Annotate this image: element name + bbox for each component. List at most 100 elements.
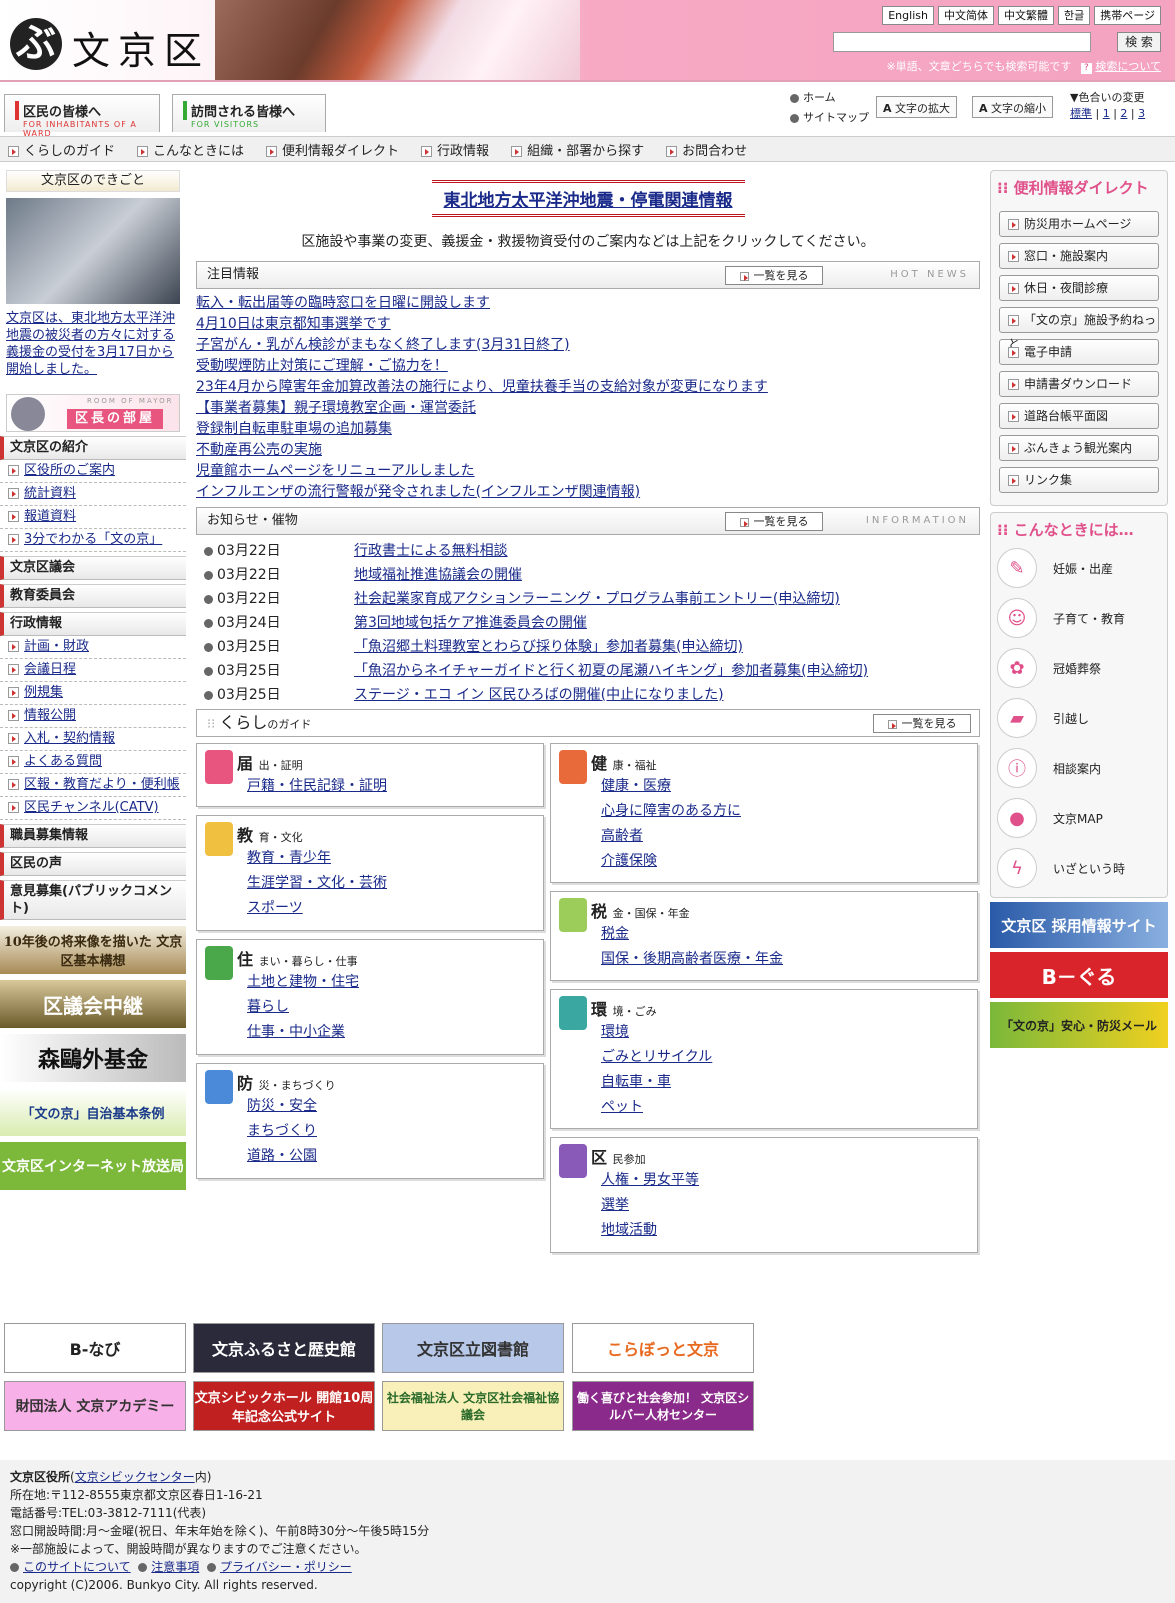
- list-item[interactable]: 子宮がん・乳がん検診がまもなく終了します(3月31日終了): [196, 335, 980, 356]
- guide-link[interactable]: 防災・安全: [207, 1094, 543, 1119]
- list-item[interactable]: 23年4月から障害年金加算改善法の施行により、児童扶養手当の支給対象が変更になり…: [196, 377, 980, 398]
- sidebar-link[interactable]: 計画・財政: [0, 636, 186, 659]
- list-item[interactable]: 03月22日 社会起業家育成アクションラーニング・プログラム事前エントリー(申込締…: [196, 587, 980, 611]
- hot-more-button[interactable]: 一覧を見る: [725, 266, 823, 285]
- site-logo[interactable]: ぶ 文京区: [10, 14, 215, 73]
- direct-item[interactable]: ぶんきょう観光案内: [999, 435, 1159, 461]
- guide-link[interactable]: 環境: [561, 1020, 977, 1045]
- sidebar-voice[interactable]: 区民の声: [0, 852, 186, 876]
- guide-link[interactable]: 国保・後期高齢者医療・年金: [561, 947, 977, 972]
- academy-banner[interactable]: 財団法人 文京アカデミー: [4, 1381, 186, 1431]
- sidebar-link[interactable]: 3分でわかる「文の京」: [0, 529, 186, 552]
- sidebar-link[interactable]: 情報公開: [0, 705, 186, 728]
- internet-broadcast-banner[interactable]: 文京区インターネット放送局: [0, 1142, 186, 1190]
- event-link[interactable]: 文京区は、東北地方太平洋沖地震の被災者の方々に対する義援金の受付を3月17日から…: [6, 311, 175, 377]
- list-item[interactable]: 03月24日 第3回地域包括ケア推進委員会の開催: [196, 611, 980, 635]
- basic-plan-banner[interactable]: 10年後の将来像を描いた 文京区基本構想: [0, 926, 186, 974]
- guide-link[interactable]: 人権・男女平等: [561, 1168, 977, 1193]
- b-navi-banner[interactable]: B-なび: [4, 1323, 186, 1373]
- ogai-fund-banner[interactable]: 森鷗外基金: [0, 1034, 186, 1082]
- sitemap-link[interactable]: サイトマップ: [790, 108, 869, 128]
- sidebar-council[interactable]: 文京区議会: [0, 556, 186, 580]
- guide-link[interactable]: 自転車・車: [561, 1070, 977, 1095]
- situation-item[interactable]: ● 文京MAP: [997, 795, 1161, 841]
- notice-link[interactable]: 注意事項: [151, 1560, 199, 1574]
- list-item[interactable]: 03月22日 地域福祉推進協議会の開催: [196, 563, 980, 587]
- direct-item[interactable]: 休日・夜間診療: [999, 275, 1159, 301]
- list-item[interactable]: 転入・転出届等の臨時窓口を日曜に開設します: [196, 293, 980, 314]
- color-2[interactable]: 2: [1120, 107, 1127, 120]
- guide-link[interactable]: スポーツ: [207, 896, 543, 921]
- guide-link[interactable]: 生涯学習・文化・芸術: [207, 871, 543, 896]
- list-item[interactable]: 受動喫煙防止対策にご理解・ご協力を！: [196, 356, 980, 377]
- list-item[interactable]: 【事業者募集】親子環境教室企画・運営委託: [196, 398, 980, 419]
- sidebar-admin[interactable]: 行政情報: [0, 612, 186, 636]
- guide-nav-item[interactable]: こんなときには: [137, 140, 244, 159]
- direct-item[interactable]: 申請書ダウンロード: [999, 371, 1159, 397]
- guide-link[interactable]: 選挙: [561, 1193, 977, 1218]
- safety-mail-banner[interactable]: 「文の京」安心・防災メール: [990, 1002, 1168, 1048]
- collabo-banner[interactable]: こらぼっと文京: [572, 1323, 754, 1373]
- situation-item[interactable]: ⓘ 相談案内: [997, 745, 1161, 791]
- guide-link[interactable]: ペット: [561, 1095, 977, 1120]
- mobile-page-link[interactable]: 携帯ページ: [1094, 6, 1161, 25]
- sidebar-link[interactable]: 入札・契約情報: [0, 728, 186, 751]
- guide-link[interactable]: 地域活動: [561, 1218, 977, 1243]
- text-enlarge-button[interactable]: A 文字の拡大: [876, 96, 958, 118]
- guide-link[interactable]: 心身に障害のある方に: [561, 799, 977, 824]
- guide-link[interactable]: 暮らし: [207, 995, 543, 1020]
- color-3[interactable]: 3: [1138, 107, 1145, 120]
- search-input[interactable]: [833, 32, 1091, 52]
- privacy-link[interactable]: プライバシー・ポリシー: [220, 1560, 352, 1574]
- sidebar-link[interactable]: 会議日程: [0, 659, 186, 682]
- library-banner[interactable]: 文京区立図書館: [382, 1323, 564, 1373]
- council-broadcast-banner[interactable]: 区議会中継: [0, 980, 186, 1028]
- lang-chinese-traditional[interactable]: 中文繁體: [997, 6, 1054, 25]
- list-item[interactable]: 03月25日 「魚沼郷土料理教室とわらび採り体験」参加者募集(申込締切): [196, 635, 980, 659]
- sidebar-education[interactable]: 教育委員会: [0, 584, 186, 608]
- situation-item[interactable]: ✿ 冠婚葬祭: [997, 645, 1161, 691]
- situation-item[interactable]: ✎ 妊娠・出産: [997, 545, 1161, 591]
- list-item[interactable]: 児童館ホームページをリニューアルしました: [196, 461, 980, 482]
- direct-item[interactable]: リンク集: [999, 467, 1159, 493]
- direct-item[interactable]: 道路台帳平面図: [999, 403, 1159, 429]
- lang-chinese-simplified[interactable]: 中文简体: [937, 6, 994, 25]
- list-item[interactable]: 03月25日 「魚沼からネイチャーガイドと行く初夏の尾瀬ハイキング」参加者募集(申…: [196, 659, 980, 683]
- list-item[interactable]: 03月22日 行政書士による無料相談: [196, 539, 980, 563]
- sidebar-link[interactable]: 区民チャンネル(CATV): [0, 797, 186, 820]
- guide-link[interactable]: 仕事・中小企業: [207, 1020, 543, 1045]
- direct-item[interactable]: 電子申請: [999, 339, 1159, 365]
- guide-link[interactable]: 高齢者: [561, 824, 977, 849]
- sidebar-link[interactable]: 例規集: [0, 682, 186, 705]
- guide-link[interactable]: 土地と建物・住宅: [207, 970, 543, 995]
- situation-item[interactable]: ϟ いざという時: [997, 845, 1161, 891]
- list-item[interactable]: 4月10日は東京都知事選挙です: [196, 314, 980, 335]
- sidebar-jobs[interactable]: 職員募集情報: [0, 824, 186, 848]
- search-help-link[interactable]: 検索について: [1095, 60, 1161, 73]
- list-item[interactable]: 登録制自転車駐車場の追加募集: [196, 419, 980, 440]
- sidebar-link[interactable]: 区役所のご案内: [0, 460, 186, 483]
- situation-item[interactable]: ☺ 子育て・教育: [997, 595, 1161, 641]
- lang-korean[interactable]: 한글: [1057, 6, 1091, 25]
- sidebar-opinion[interactable]: 意見募集(パブリックコメント): [0, 880, 186, 920]
- mayor-room-banner[interactable]: ROOM OF MAYOR 区長の部屋: [6, 394, 180, 432]
- text-shrink-button[interactable]: A 文字の縮小: [972, 96, 1054, 118]
- history-museum-banner[interactable]: 文京ふるさと歴史館: [193, 1323, 375, 1373]
- sidebar-intro[interactable]: 文京区の紹介: [0, 436, 186, 460]
- guide-link[interactable]: 税金: [561, 922, 977, 947]
- civic-hall-banner[interactable]: 文京シビックホール 開館10周年記念公式サイト: [193, 1381, 375, 1431]
- color-1[interactable]: 1: [1103, 107, 1110, 120]
- color-standard[interactable]: 標準: [1070, 107, 1092, 120]
- direct-item[interactable]: 防災用ホームページ: [999, 211, 1159, 237]
- list-item[interactable]: 不動産再公売の実施: [196, 440, 980, 461]
- sidebar-link[interactable]: よくある質問: [0, 751, 186, 774]
- silver-center-banner[interactable]: 働く喜びと社会参加！ 文京区シルバー人材センター: [572, 1381, 754, 1431]
- search-button[interactable]: 検 索: [1117, 32, 1161, 52]
- situation-item[interactable]: ▰ 引越し: [997, 695, 1161, 741]
- event-photo[interactable]: [6, 198, 180, 304]
- tab-residents[interactable]: 区民の皆様へ FOR INHABITANTS OF A WARD: [4, 94, 160, 138]
- about-link[interactable]: このサイトについて: [23, 1560, 131, 1574]
- welfare-council-banner[interactable]: 社会福祉法人 文京区社会福祉協議会: [382, 1381, 564, 1431]
- guide-link[interactable]: ごみとリサイクル: [561, 1045, 977, 1070]
- guide-more-button[interactable]: 一覧を見る: [873, 714, 971, 733]
